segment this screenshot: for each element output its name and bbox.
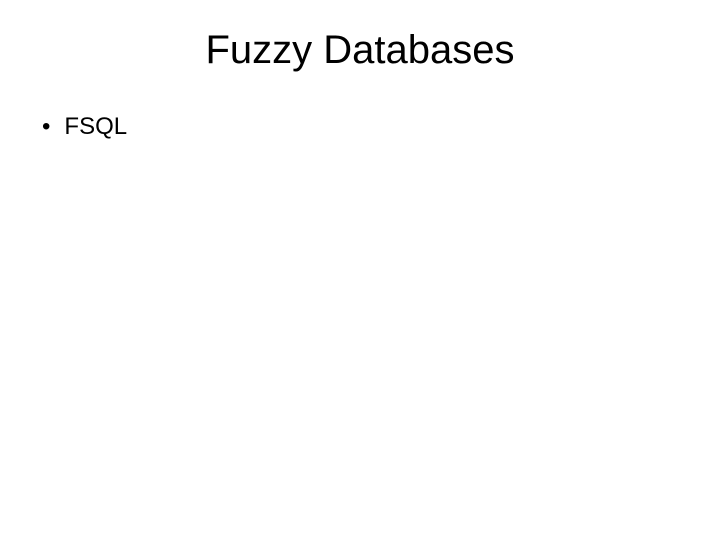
slide-content: • FSQL (40, 113, 680, 141)
list-item: • FSQL (40, 113, 680, 141)
bullet-text: FSQL (64, 113, 127, 141)
bullet-icon: • (42, 113, 50, 141)
slide-title: Fuzzy Databases (40, 28, 680, 73)
slide-container: Fuzzy Databases • FSQL (0, 0, 720, 540)
